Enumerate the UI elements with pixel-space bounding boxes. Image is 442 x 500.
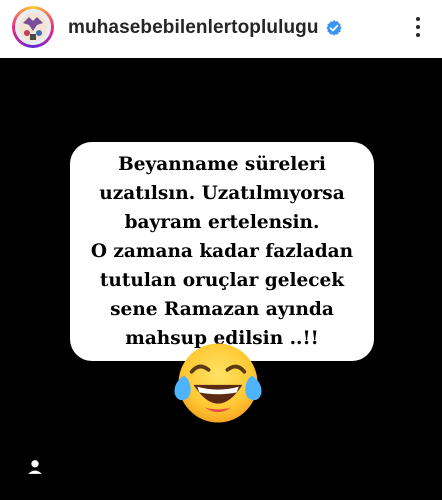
text-line: tutulan oruçlar gelecek [99, 270, 345, 291]
text-line: uzatılsın. Uzatılmıyorsa [99, 183, 345, 204]
user-tag-icon[interactable] [24, 456, 46, 478]
face-with-tears-of-joy-emoji [171, 336, 265, 430]
text-line: O zamana kadar fazladan [90, 241, 354, 262]
post-header: muhasebebilenlertoplulugu [0, 0, 442, 58]
text-line: bayram ertelensin. [124, 212, 320, 233]
post-image[interactable]: Beyanname süreleri uzatılsın. Uzatılmıyo… [0, 58, 442, 500]
text-bubble: Beyanname süreleri uzatılsın. Uzatılmıyo… [70, 142, 374, 361]
avatar[interactable] [12, 6, 54, 48]
profile-avatar-image [15, 9, 51, 45]
text-line: sene Ramazan ayında [110, 299, 334, 320]
verified-badge-icon [325, 19, 343, 37]
username-row: muhasebebilenlertoplulugu [68, 16, 343, 40]
more-options-button[interactable] [408, 12, 428, 42]
text-line: Beyanname süreleri [118, 154, 326, 175]
username[interactable]: muhasebebilenlertoplulugu [68, 17, 319, 39]
more-vertical-icon [416, 17, 420, 21]
